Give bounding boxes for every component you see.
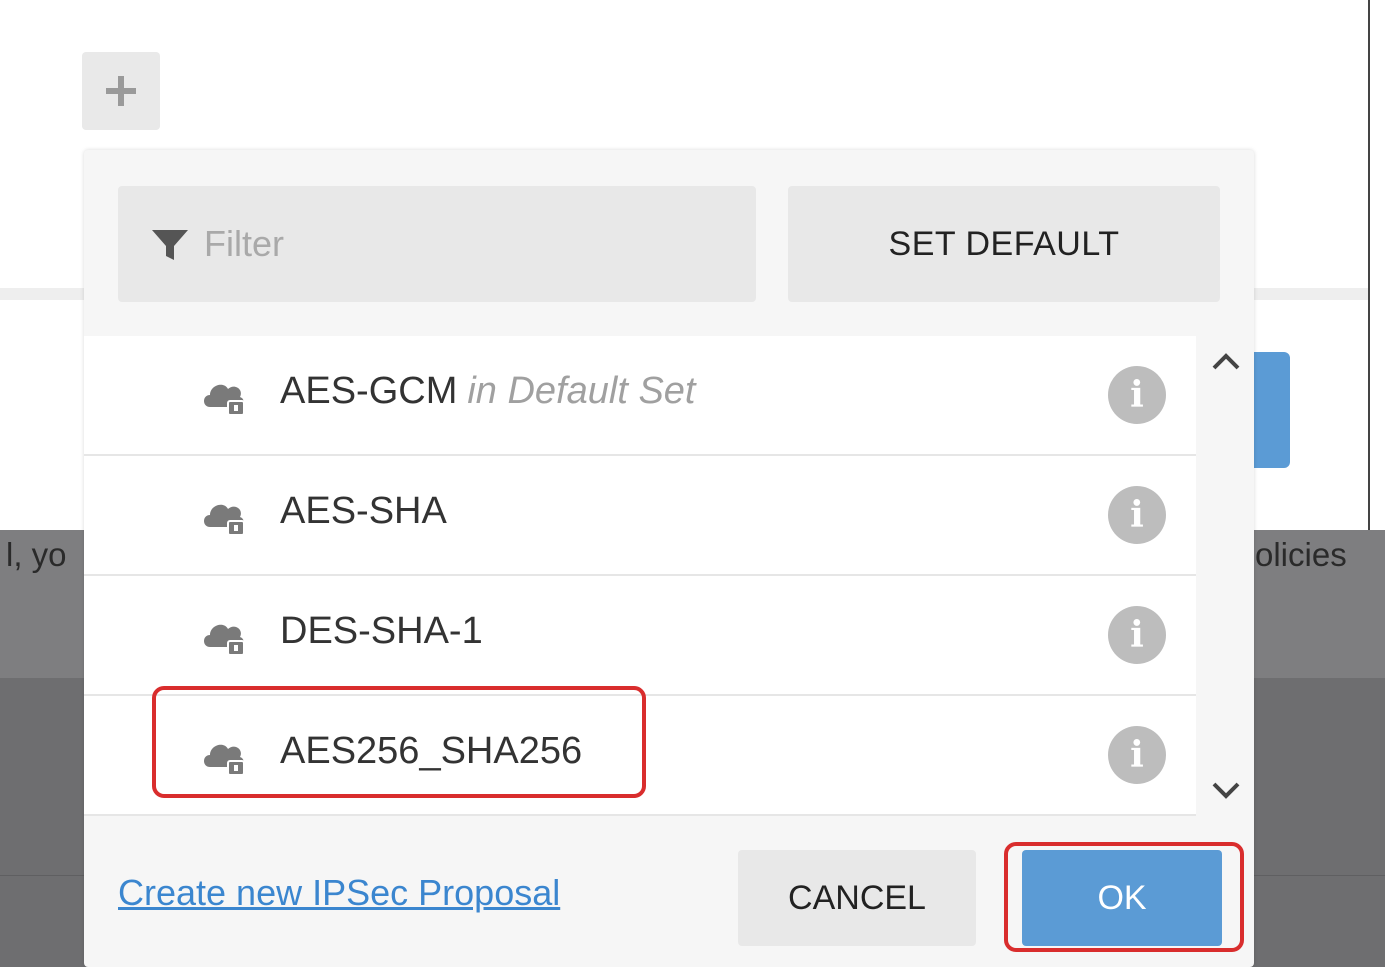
scroll-up-icon[interactable] [1206, 346, 1246, 376]
set-default-button[interactable]: SET DEFAULT [788, 186, 1220, 302]
default-set-note: in Default Set [467, 370, 696, 412]
proposal-name: AES-SHA [280, 490, 447, 532]
list-item[interactable]: DES-SHA-1 i [84, 576, 1196, 696]
filter-input[interactable]: Filter [118, 186, 756, 302]
plus-icon [106, 76, 136, 106]
info-icon[interactable]: i [1108, 486, 1166, 544]
filter-placeholder: Filter [204, 223, 284, 264]
scroll-down-icon[interactable] [1206, 776, 1246, 806]
cloud-lock-icon [204, 504, 245, 536]
create-ipsec-proposal-link[interactable]: Create new IPSec Proposal [118, 872, 560, 914]
add-button[interactable] [82, 52, 160, 130]
ipsec-proposal-dropdown: Filter SET DEFAULT AES-GCM in Default Set… [84, 150, 1254, 967]
highlight-annotation-row [152, 686, 646, 798]
proposal-name: DES-SHA-1 [280, 610, 483, 652]
background-text-right: olicies [1255, 536, 1347, 573]
highlight-annotation-ok [1004, 842, 1244, 952]
info-icon[interactable]: i [1108, 606, 1166, 664]
cloud-lock-icon [204, 384, 245, 416]
info-icon[interactable]: i [1108, 366, 1166, 424]
cloud-lock-icon [204, 624, 245, 656]
proposal-name-text: AES-GCM [280, 370, 458, 412]
cancel-button[interactable]: CANCEL [738, 850, 976, 946]
background-edge [1368, 0, 1370, 530]
list-item[interactable]: AES-GCM in Default Set i [84, 336, 1196, 456]
proposal-name: AES-GCM in Default Set [280, 370, 696, 413]
info-icon[interactable]: i [1108, 726, 1166, 784]
list-item[interactable]: AES-SHA i [84, 456, 1196, 576]
background-text-left: l, yo [6, 536, 67, 573]
filter-icon [150, 224, 190, 264]
